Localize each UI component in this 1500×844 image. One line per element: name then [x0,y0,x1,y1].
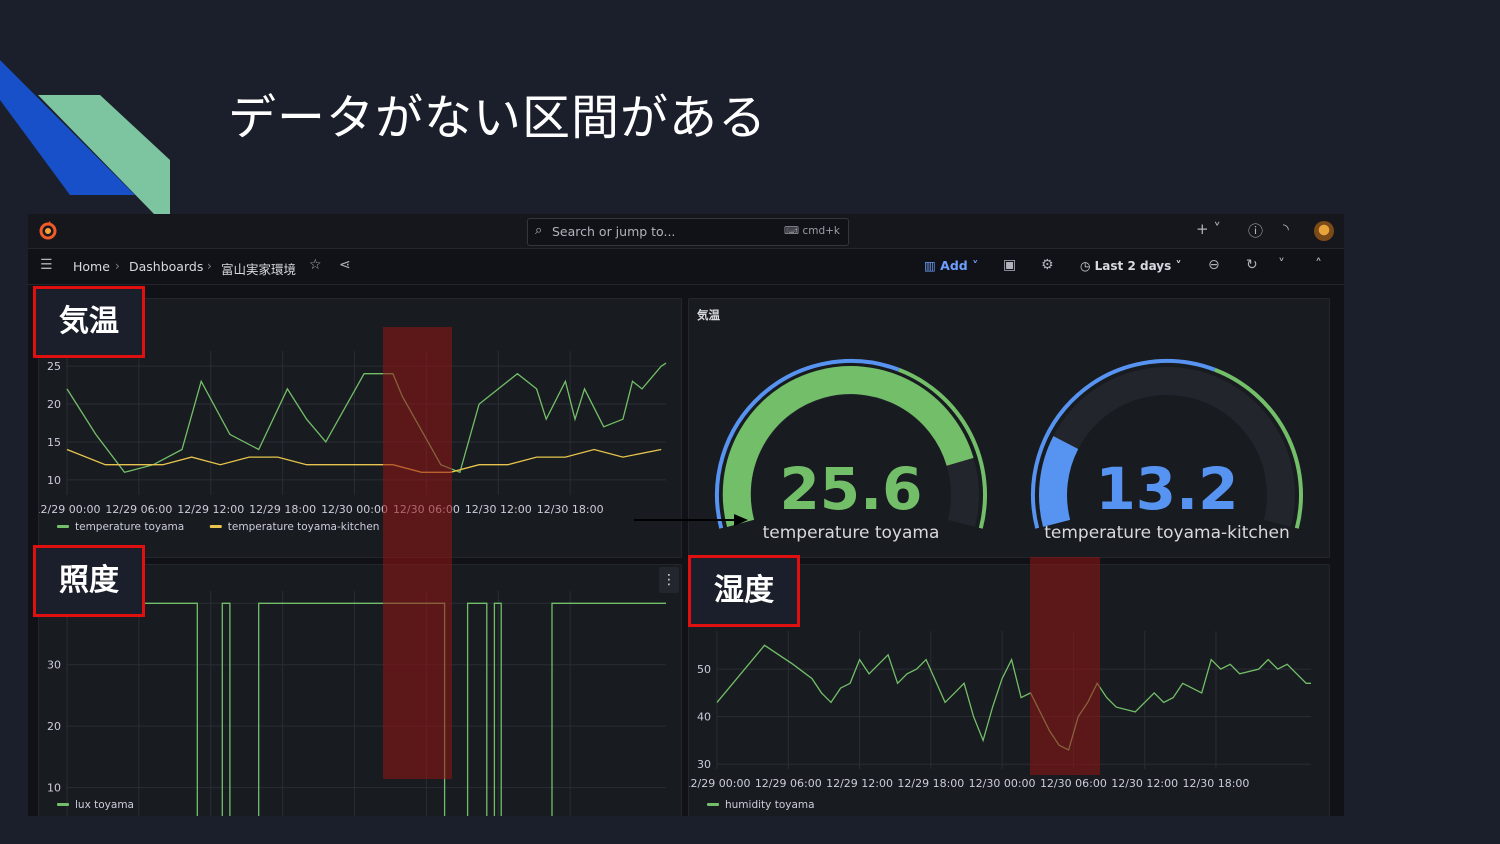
top-bar: ⌕ Search or jump to... ⌨ cmd+k + ˅ ⓘ ◝ [28,214,1344,249]
slide-title: データがない区間がある [228,90,768,146]
time-range-picker[interactable]: ◷ Last 2 days ˅ [1080,259,1181,273]
gear-icon[interactable]: ⚙ [1041,257,1054,273]
x-tick-label: 12/29 12:00 [177,503,244,516]
label-temperature: 気温 [33,286,145,358]
breadcrumb-dashboards[interactable]: Dashboards [129,259,203,274]
label-lux: 照度 [33,545,145,617]
gauge-label: temperature toyama [763,523,940,543]
series-line [716,644,1311,751]
legend-swatch [57,525,69,528]
label-humidity-text: 湿度 [714,573,774,608]
time-range-label: Last 2 days [1094,259,1172,273]
y-tick-label: 20 [47,398,61,411]
add-button[interactable]: ▥ Add ˅ [924,258,978,273]
gauge-value: 25.6 [779,455,922,523]
search-input[interactable]: ⌕ Search or jump to... ⌨ cmd+k [527,218,849,246]
x-tick-label: 12/29 12:00 [826,777,893,790]
dashboard-nav-bar: ☰ Home › Dashboards › 富山実家環境 ☆ ⋖ ▥ Add ˅… [28,249,1344,285]
help-icon[interactable]: ⓘ [1248,220,1263,241]
save-icon[interactable]: ▣ [1003,257,1016,273]
legend-label[interactable]: humidity toyama [725,799,815,811]
legend-swatch [209,525,222,528]
series-line [67,602,666,816]
label-temperature-text: 気温 [59,304,119,339]
y-tick-label: 30 [697,758,711,771]
x-tick-label: 12/29 18:00 [897,777,964,790]
missing-data-highlight [383,327,452,779]
x-tick-label: 12/30 00:00 [969,777,1036,790]
x-tick-label: 12/30 06:00 [1040,777,1107,790]
missing-data-highlight [1030,557,1100,775]
y-tick-label: 10 [47,474,61,487]
y-tick-label: 25 [47,360,61,373]
y-tick-label: 15 [47,436,61,449]
gauge-chart: 25.6temperature toyama 13.2temperature to… [715,358,1303,543]
menu-icon[interactable]: ☰ [40,257,53,273]
y-tick-label: 10 [47,782,61,795]
x-tick-label: 12/29 00:00 [39,503,100,516]
x-tick-label: 12/29 06:00 [755,777,822,790]
grafana-logo-icon[interactable] [38,221,58,241]
share-icon[interactable]: ⋖ [339,257,351,273]
series-line [66,362,667,474]
breadcrumb-separator: › [115,259,120,273]
breadcrumb-current[interactable]: 富山実家環境 [221,259,296,278]
y-tick-label: 40 [697,711,711,724]
legend-label[interactable]: temperature toyama [75,521,184,533]
search-icon: ⌕ [535,223,543,238]
x-tick-label: 12/29 18:00 [249,503,316,516]
search-shortcut: ⌨ cmd+k [783,225,840,237]
arrow-icon [634,514,748,526]
series-line [66,448,662,473]
collapse-icon[interactable]: ˄ [1315,257,1322,273]
label-lux-text: 照度 [59,563,119,598]
x-tick-label: 12/30 12:00 [1111,777,1178,790]
x-tick-label: 12/29 00:00 [689,777,750,790]
gauge-value: 13.2 [1095,455,1238,523]
refresh-icon[interactable]: ↻ [1246,257,1258,273]
rss-icon[interactable]: ◝ [1283,220,1289,238]
gauge-value-arc [1039,436,1079,527]
search-shortcut-label: cmd+k [802,225,840,237]
chevron-down-icon[interactable]: ˅ [1278,257,1285,273]
breadcrumb-separator: › [207,259,212,273]
legend-label[interactable]: temperature toyama-kitchen [228,521,380,533]
x-tick-label: 12/30 12:00 [465,503,532,516]
x-tick-label: 12/30 00:00 [321,503,388,516]
avatar[interactable] [1314,221,1334,241]
plus-icon[interactable]: + ˅ [1196,220,1221,238]
zoom-out-icon[interactable]: ⊖ [1208,257,1220,273]
label-humidity: 湿度 [688,555,800,627]
x-tick-label: 12/30 18:00 [537,503,604,516]
breadcrumb-home[interactable]: Home [73,259,110,274]
y-tick-label: 30 [47,659,61,672]
legend-label[interactable]: lux toyama [75,799,134,811]
panel-gauge[interactable]: 気温 25.6 temperature toyama 13.2 temperature… [688,298,1330,558]
gauge-label: temperature toyama-kitchen [1044,523,1290,543]
add-label: Add [940,258,968,273]
legend-swatch [707,803,719,806]
slide-decoration [0,60,170,215]
y-tick-label: 20 [47,720,61,733]
legend-swatch [57,803,69,806]
x-tick-label: 12/30 18:00 [1183,777,1250,790]
star-icon[interactable]: ☆ [309,257,322,273]
search-placeholder: Search or jump to... [552,224,676,239]
x-tick-label: 12/29 06:00 [105,503,172,516]
y-tick-label: 50 [697,663,711,676]
